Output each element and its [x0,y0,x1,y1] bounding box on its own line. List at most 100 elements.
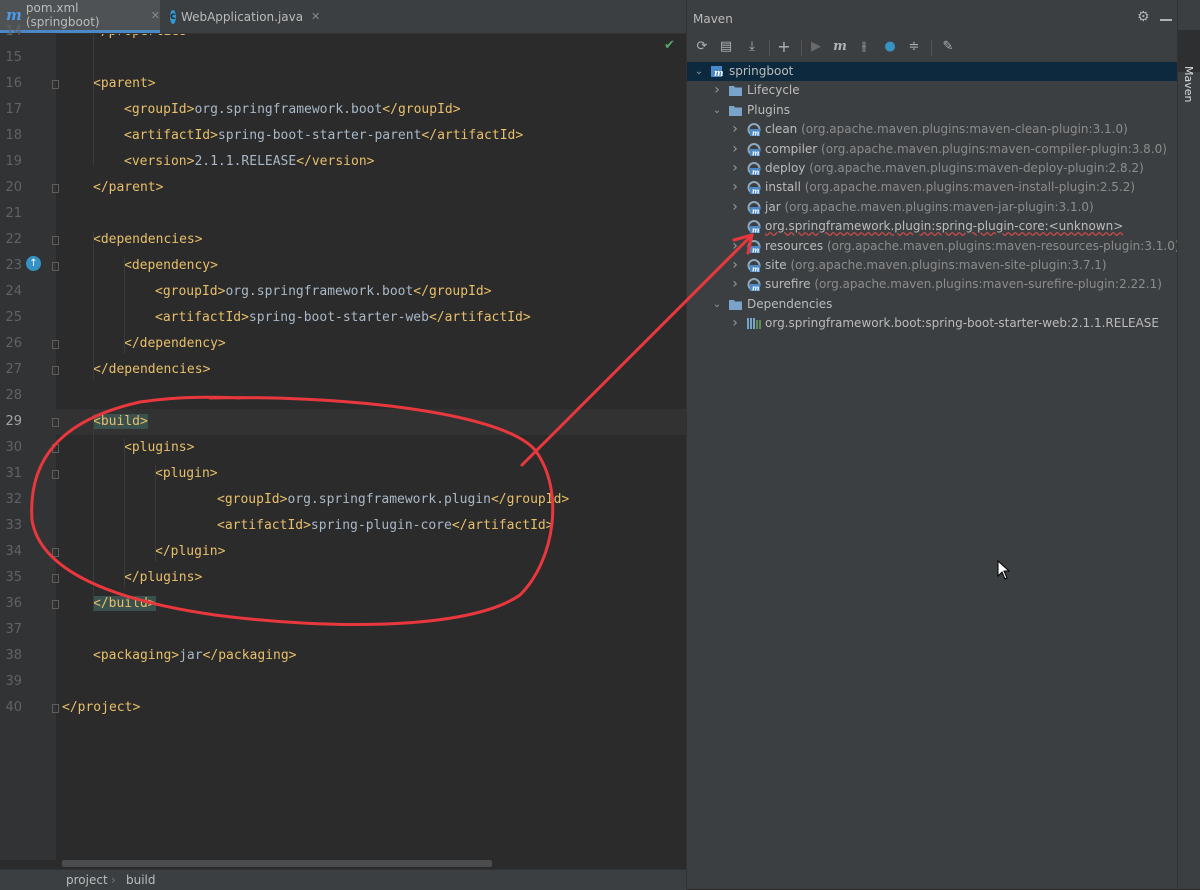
close-icon[interactable]: ✕ [151,9,160,22]
line-number: 29 [5,414,22,429]
line-number: 38 [5,648,22,663]
tree-item-install[interactable]: › m install (org.apache.maven.plugins:mave… [687,178,1177,197]
reload-icon[interactable]: ⟳ [693,38,711,56]
chevron-right-icon[interactable]: › [729,198,741,217]
maven-m-icon[interactable]: m [831,38,849,56]
line-number: 23 [5,258,22,273]
xml-text: spring-plugin-core [310,518,452,533]
maven-title: Maven [693,12,733,26]
tree-item-site[interactable]: › m site (org.apache.maven.plugins:maven-s… [687,256,1177,275]
xml-tag: <groupId> [124,102,195,117]
chevron-right-icon[interactable]: › [711,81,723,100]
chevron-right-icon[interactable]: › [729,275,741,294]
tree-item-label: springboot [729,62,793,81]
tree-item-deploy[interactable]: › m deploy (org.apache.maven.plugins:maven… [687,159,1177,178]
tree-item-resources[interactable]: › m resources (org.apache.maven.plugins:ma… [687,237,1180,256]
svg-text:m: m [752,129,759,137]
tree-item-surefire[interactable]: › m surefire (org.apache.maven.plugins:mav… [687,275,1177,294]
code-line: </dependency> [124,331,226,357]
xml-tag: <build> [93,414,148,429]
tree-item-detail: (org.apache.maven.plugins:maven-site-plu… [786,258,1107,272]
tree-item-plugins[interactable]: ⌄ Plugins [687,101,1177,120]
code-line: <artifactId>spring-boot-starter-web</art… [155,305,531,331]
plus-icon[interactable]: + [775,38,793,56]
code-line: <groupId>org.springframework.boot</group… [155,279,492,305]
gear-icon[interactable]: ⚙ [1137,9,1150,25]
tree-item-lifecycle[interactable]: › Lifecycle [687,81,1177,100]
tree-item-compiler[interactable]: › m compiler (org.apache.maven.plugins:mav… [687,140,1177,159]
tree-item-name: install [765,180,801,195]
horizontal-scrollbar[interactable] [62,860,492,867]
tree-item-dependencies[interactable]: ⌄ Dependencies [687,295,1177,314]
tree-item-name: deploy [765,161,806,175]
chevron-right-icon[interactable]: › [729,120,741,139]
breadcrumb-build[interactable]: build [126,873,156,887]
java-class-icon: c [170,9,176,24]
xml-tag: </plugin> [155,544,226,559]
svg-text:m: m [752,168,759,176]
xml-tag: <artifactId> [217,518,311,533]
tab-pom-xml[interactable]: m pom.xml (springboot) ✕ [0,0,160,33]
tree-item-detail: (org.apache.maven.plugins:maven-resource… [823,238,1180,253]
run-icon[interactable]: ▶ [807,38,825,56]
tree-item-name: Plugins [747,102,790,117]
line-number: 20 [5,180,22,195]
line-number: 30 [5,440,22,455]
tree-item-label: deploy (org.apache.maven.plugins:maven-d… [765,159,1144,178]
editor-tab-bar: m pom.xml (springboot) ✕ c WebApplicatio… [0,0,686,34]
line-number: 19 [5,154,22,169]
xml-tag: </project> [62,700,141,715]
chevron-right-icon[interactable]: › [729,256,741,275]
line-number: 35 [5,570,22,585]
chevron-right-icon[interactable]: › [729,140,741,159]
code-line: <build> [93,409,148,435]
chevron-down-icon[interactable]: ⌄ [711,295,723,314]
xml-tag: </version> [296,154,375,169]
breadcrumb-project[interactable]: project [66,873,108,887]
settings-wrench-icon[interactable]: ✎ [939,38,957,56]
code-line: <groupId>org.springframework.plugin</gro… [217,487,569,513]
inspection-ok-icon[interactable]: ✔ [664,38,675,53]
close-icon[interactable]: ✕ [311,10,320,23]
xml-tag: </plugins> [124,570,203,585]
download-icon[interactable]: ⤓ [743,38,761,56]
gutter-implementation-icon[interactable]: ↑ [26,256,41,271]
code-line: </properties> [93,34,195,45]
chevron-right-icon[interactable]: › [729,237,741,256]
tree-item-org-springframework-plugin[interactable]: m org.springframework.plugin:spring-plugi… [687,217,1177,236]
tab-web-application-java[interactable]: c WebApplication.java ✕ [166,0,320,33]
add-folder-icon[interactable]: ▤ [717,38,735,56]
line-number: 17 [5,102,22,117]
xml-tag: </artifactId> [428,310,531,325]
chevron-down-icon[interactable]: ⌄ [711,101,723,120]
right-tool-strip: Maven [1177,0,1200,889]
tree-item-org-springframework-boot[interactable]: › org.springframework.boot:spring-boot-st… [687,314,1177,333]
xml-tag: <groupId> [217,492,288,507]
indent-guide [93,34,94,165]
chevron-right-icon[interactable]: › [729,159,741,178]
collapse-all-icon[interactable]: ≑ [905,38,923,56]
skip-tests-icon[interactable]: ● [881,38,899,56]
toggle-offline-icon[interactable]: ⫲ [855,38,873,56]
chevron-right-icon[interactable]: › [729,178,741,197]
tree-item-detail: (org.apache.maven.plugins:maven-clean-pl… [797,122,1128,137]
code-editor[interactable]: </properties> <parent> <groupId>org.spring… [56,34,686,860]
chevron-down-icon[interactable]: ⌄ [693,62,705,81]
code-line: </dependencies> [93,357,210,383]
tree-item-label: org.springframework.boot:spring-boot-sta… [765,314,1159,333]
xml-tag: <plugins> [124,440,195,455]
line-number: 15 [5,50,22,65]
xml-tag: </groupId> [490,492,570,507]
line-number: 32 [5,492,22,507]
code-line: <parent> [93,71,156,97]
chevron-right-icon[interactable]: › [729,314,741,333]
maven-side-tab[interactable]: Maven [1178,30,1200,102]
minimize-icon[interactable] [1160,19,1172,21]
xml-tag: </groupId> [413,284,492,299]
tree-item-name: org.springframework.boot:spring-boot-sta… [765,316,1159,331]
tree-item-clean[interactable]: › m clean (org.apache.maven.plugins:maven-… [687,120,1177,139]
tree-item-jar[interactable]: › m jar (org.apache.maven.plugins:maven-ja… [687,198,1177,217]
maven-tool-window: Maven ⚙ ⟳ ▤ ⤓ + ▶ m ⫲ ● ≑ ✎ ⌄ m springboot… [686,0,1180,889]
tree-item-springboot[interactable]: ⌄ m springboot [687,62,1177,81]
code-line: <artifactId>spring-plugin-core</artifact… [217,513,554,539]
